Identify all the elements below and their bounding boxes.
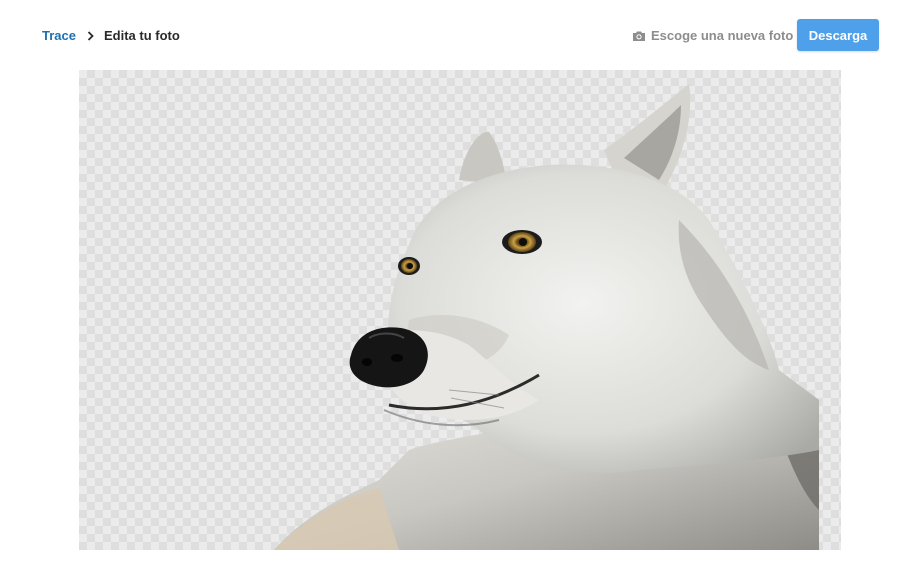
choose-new-photo-label: Escoge una nueva foto <box>651 28 794 43</box>
wolf-image <box>274 84 819 550</box>
wolf-eye-right <box>502 230 542 254</box>
top-bar: Trace Edita tu foto Escoge una nueva fot… <box>0 0 900 70</box>
breadcrumb-current-page: Edita tu foto <box>103 28 180 43</box>
wolf-nose <box>349 327 428 388</box>
chevron-right-icon <box>87 30 94 41</box>
download-button[interactable]: Descarga <box>797 19 879 51</box>
camera-icon <box>632 30 646 42</box>
breadcrumb-link-trace[interactable]: Trace <box>42 28 76 43</box>
wolf-eye-left <box>398 257 420 275</box>
choose-new-photo-button[interactable]: Escoge una nueva foto <box>632 28 793 43</box>
photo-editor-canvas[interactable] <box>79 70 841 550</box>
breadcrumb: Trace Edita tu foto <box>42 28 180 43</box>
